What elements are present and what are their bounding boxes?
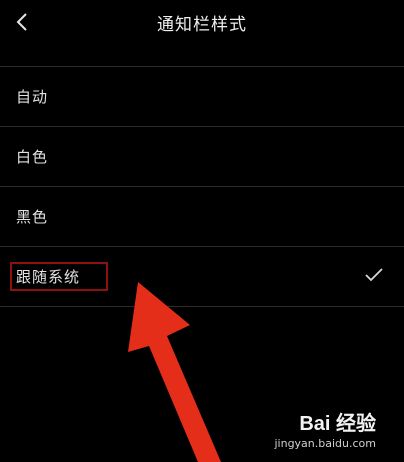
watermark-brand: Bai 经验 bbox=[299, 413, 376, 435]
watermark: Bai 经验 jingyan.baidu.com bbox=[274, 413, 376, 450]
watermark-url: jingyan.baidu.com bbox=[274, 437, 376, 450]
annotation-arrow-icon bbox=[128, 282, 221, 462]
